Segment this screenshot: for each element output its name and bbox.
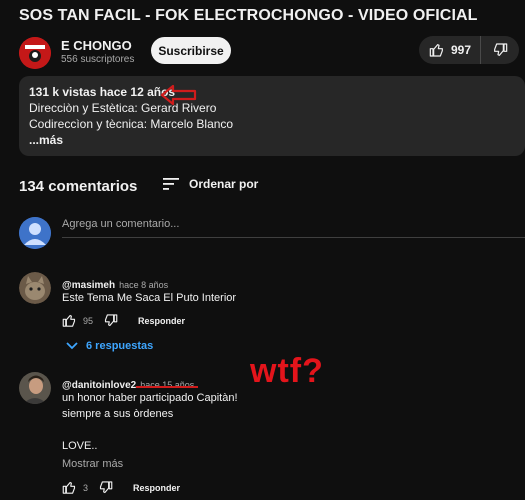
comment-text: LOVE.. — [62, 440, 98, 452]
comment-text: Este Tema Me Saca El Puto Interior — [62, 292, 237, 304]
comment-actions: 95 Responder — [62, 313, 185, 328]
comment-time[interactable]: hace 15 años — [140, 380, 194, 390]
add-comment-input[interactable]: Agrega un comentario... — [62, 218, 179, 230]
thumbs-up-icon[interactable] — [62, 480, 77, 495]
comment-text: siempre a sus òrdenes — [62, 408, 174, 420]
channel-name[interactable]: E CHONGO — [61, 38, 132, 53]
add-comment-underline — [62, 237, 525, 238]
user-avatar — [19, 217, 51, 249]
show-more-link[interactable]: Mostrar más — [62, 458, 123, 470]
show-more-link[interactable]: ...más — [29, 132, 515, 148]
dislike-button[interactable] — [481, 42, 519, 58]
channel-logo-icon — [19, 37, 51, 69]
comment-actions: 3 Responder — [62, 480, 180, 495]
sort-button[interactable]: Ordenar por — [163, 177, 258, 191]
like-button[interactable]: 997 — [419, 36, 481, 64]
wtf-annotation: wtf? — [250, 352, 324, 390]
description-line: Codireccìon y tècnica: Marcelo Blanco — [29, 117, 234, 131]
red-arrow-annotation-icon — [160, 84, 197, 106]
comment-time[interactable]: hace 8 años — [119, 280, 168, 290]
cat-avatar-icon — [19, 272, 51, 304]
sort-label: Ordenar por — [189, 177, 259, 191]
commenter-avatar[interactable] — [19, 372, 51, 404]
red-underline-annotation — [136, 386, 198, 388]
thumbs-up-icon[interactable] — [62, 313, 77, 328]
comment-like-count: 95 — [83, 315, 94, 326]
video-title: SOS TAN FACIL - FOK ELECTROCHONGO - VIDE… — [19, 7, 478, 24]
sort-icon — [163, 178, 179, 190]
reply-button[interactable]: Responder — [133, 483, 180, 493]
thumbs-down-icon[interactable] — [98, 480, 113, 495]
comment-like-count: 3 — [83, 482, 89, 493]
chevron-down-icon — [66, 342, 78, 350]
subscribe-button[interactable]: Suscribirse — [151, 37, 231, 64]
person-photo-icon — [19, 372, 51, 404]
view-count-and-date: 131 k vistas hace 12 años — [29, 85, 176, 99]
description-line: Direcciòn y Estètica: Gerard Rivero — [29, 101, 217, 115]
view-replies-button[interactable]: 6 respuestas — [66, 340, 153, 352]
reply-button[interactable]: Responder — [138, 316, 185, 326]
channel-avatar[interactable] — [19, 37, 51, 69]
description-box[interactable]: 131 k vistas hace 12 años Direcciòn y Es… — [19, 76, 525, 156]
like-count: 997 — [451, 43, 472, 57]
subscriber-count: 556 suscriptores — [61, 54, 135, 65]
person-icon — [19, 217, 51, 249]
comment-count: 134 comentarios — [19, 178, 138, 195]
thumbs-down-icon[interactable] — [103, 313, 118, 328]
thumbs-down-icon — [494, 43, 508, 56]
like-dislike-bar: 997 — [419, 36, 519, 64]
commenter-avatar[interactable] — [19, 272, 51, 304]
thumbs-up-icon — [429, 44, 443, 57]
comment-text: un honor haber participado Capitàn! — [62, 392, 238, 404]
replies-label: 6 respuestas — [86, 340, 154, 352]
